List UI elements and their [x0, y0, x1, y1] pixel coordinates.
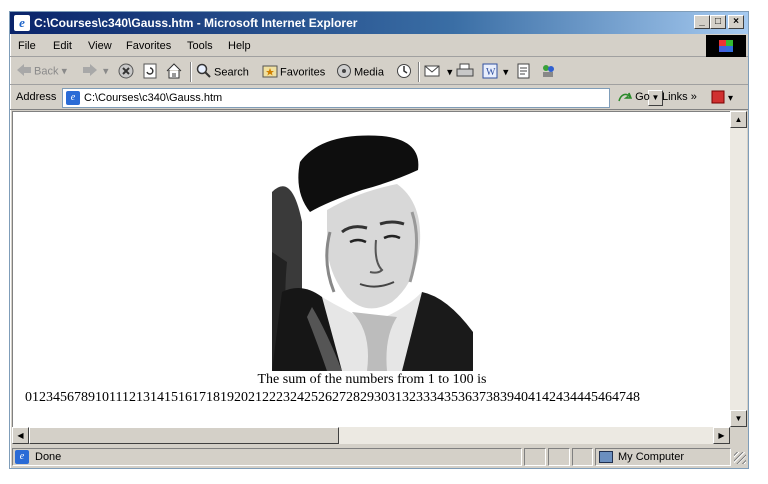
- go-button[interactable]: Go: [618, 91, 650, 103]
- menu-tools[interactable]: Tools: [187, 40, 213, 52]
- media-button[interactable]: Media: [336, 63, 384, 81]
- status-text: Done: [35, 451, 62, 463]
- discuss-icon: [516, 63, 532, 82]
- horizontal-scroll-thumb[interactable]: [29, 427, 339, 444]
- sum-caption: The sum of the numbers from 1 to 100 is: [257, 372, 487, 387]
- toolbar: Back ▾ ▾ Search Favorites Media ▾ W ▾: [10, 58, 748, 85]
- links-extra-button[interactable]: ▾: [710, 89, 740, 108]
- media-label: Media: [354, 66, 384, 79]
- favorites-label: Favorites: [280, 66, 326, 79]
- gauss-portrait: [272, 132, 473, 371]
- address-label: Address: [16, 91, 57, 103]
- address-bar: Address e C:\Courses\c340\Gauss.htm ▼ Go…: [10, 86, 748, 110]
- favorites-button[interactable]: Favorites: [262, 63, 325, 81]
- menu-help[interactable]: Help: [228, 40, 251, 52]
- scrollbar-corner: [730, 427, 747, 444]
- close-button[interactable]: ×: [728, 15, 744, 29]
- history-button[interactable]: [396, 63, 414, 81]
- page-done-icon: e: [15, 450, 29, 464]
- search-label: Search: [214, 66, 249, 79]
- history-icon: [396, 63, 412, 82]
- home-button[interactable]: [166, 63, 184, 81]
- links-label: Links: [662, 91, 688, 103]
- page-viewport[interactable]: The sum of the numbers from 1 to 100 is …: [12, 111, 730, 427]
- favorites-icon: [262, 63, 278, 82]
- title-bar: e C:\Courses\c340\Gauss.htm - Microsoft …: [10, 12, 748, 34]
- address-dropdown-button[interactable]: ▼: [648, 90, 663, 106]
- print-icon: [456, 63, 474, 82]
- zone-text: My Computer: [618, 451, 685, 463]
- address-input[interactable]: e C:\Courses\c340\Gauss.htm ▼: [62, 88, 663, 108]
- address-url: C:\Courses\c340\Gauss.htm: [84, 92, 223, 104]
- status-cell-1: [524, 448, 546, 466]
- scroll-right-button[interactable]: ▶: [713, 427, 730, 444]
- search-button[interactable]: Search: [196, 63, 249, 81]
- messenger-button[interactable]: [540, 63, 558, 81]
- edit-icon: W: [482, 63, 498, 82]
- edit-button[interactable]: W ▾: [482, 63, 509, 81]
- windows-logo-icon: [706, 35, 746, 57]
- status-message: e Done: [12, 448, 522, 466]
- menu-edit[interactable]: Edit: [53, 40, 72, 52]
- security-zone[interactable]: My Computer: [595, 448, 731, 466]
- mail-icon: [424, 63, 442, 82]
- forward-button[interactable]: ▾: [82, 63, 109, 81]
- stop-icon: [118, 63, 134, 82]
- messenger-icon: [540, 63, 556, 82]
- resize-grip[interactable]: [734, 452, 746, 464]
- status-bar: e Done My Computer: [10, 446, 748, 468]
- home-icon: [166, 63, 182, 82]
- go-label: Go: [635, 91, 650, 103]
- scroll-down-button[interactable]: ▼: [730, 410, 747, 427]
- search-icon: [196, 63, 212, 82]
- window-title: C:\Courses\c340\Gauss.htm - Microsoft In…: [34, 16, 358, 30]
- back-label: Back: [34, 65, 59, 78]
- maximize-button[interactable]: □: [710, 15, 726, 29]
- refresh-button[interactable]: [142, 63, 160, 81]
- horizontal-scrollbar[interactable]: ◀ ▶: [12, 427, 730, 444]
- status-cell-2: [548, 448, 570, 466]
- status-cell-3: [572, 448, 593, 466]
- scroll-left-button[interactable]: ◀: [12, 427, 29, 444]
- stop-button[interactable]: [118, 63, 136, 81]
- discuss-button[interactable]: [516, 63, 534, 81]
- svg-text:▾: ▾: [728, 93, 733, 104]
- ie-icon[interactable]: e: [14, 15, 30, 31]
- menu-bar: File Edit View Favorites Tools Help: [10, 35, 748, 57]
- back-button[interactable]: Back ▾: [16, 63, 67, 81]
- numbers-output: 0123456789101112131415161718192021222324…: [25, 390, 640, 405]
- scroll-up-button[interactable]: ▲: [730, 111, 747, 128]
- menu-favorites[interactable]: Favorites: [126, 40, 171, 52]
- vertical-scrollbar[interactable]: ▲ ▼: [730, 111, 747, 427]
- forward-icon: [82, 63, 98, 80]
- page-icon: e: [66, 91, 80, 105]
- minimize-button[interactable]: _: [694, 15, 710, 29]
- go-icon: [618, 91, 635, 103]
- browser-window: e C:\Courses\c340\Gauss.htm - Microsoft …: [9, 11, 749, 469]
- mail-button[interactable]: ▾: [424, 63, 453, 81]
- links-button[interactable]: Links »: [662, 91, 697, 103]
- computer-icon: [599, 451, 613, 463]
- print-button[interactable]: [456, 63, 476, 81]
- back-icon: [16, 63, 32, 80]
- menu-file[interactable]: File: [18, 40, 36, 52]
- media-icon: [336, 63, 352, 82]
- menu-view[interactable]: View: [88, 40, 112, 52]
- svg-text:W: W: [486, 67, 496, 78]
- refresh-icon: [142, 63, 158, 82]
